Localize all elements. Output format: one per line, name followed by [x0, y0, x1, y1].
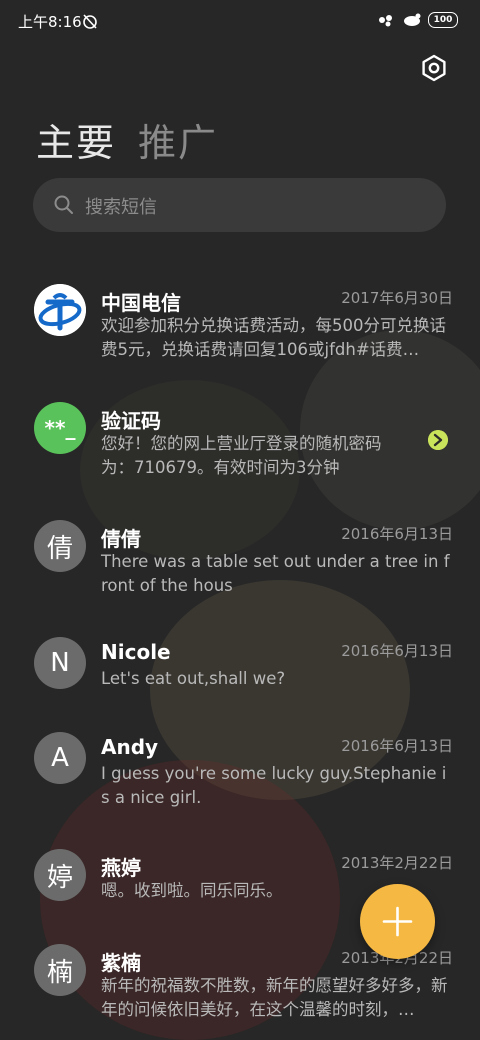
- message-date: 2016年6月13日: [341, 642, 453, 660]
- settings-hexagon-icon[interactable]: [418, 52, 450, 84]
- battery-indicator: 100: [428, 12, 458, 28]
- message-preview: 欢迎参加积分兑换话费活动，每500分可兑换话费5元，兑换话费请回复106或jfd…: [101, 316, 446, 359]
- message-preview: Let's eat out,shall we?: [101, 669, 286, 688]
- conversation-item-andy[interactable]: A Andy 2016年6月13日 I guess you're some lu…: [0, 732, 480, 812]
- avatar-text: 楠: [46, 957, 73, 988]
- message-date: 2017年6月30日: [341, 289, 453, 307]
- message-preview: 您好！您的网上营业厅登录的随机密码为：710679。有效时间为3分钟: [101, 434, 382, 477]
- message-preview: There was a table set out under a tree i…: [101, 552, 450, 595]
- contact-name: 紫楠: [101, 951, 141, 975]
- app-notification-icon-2: [404, 13, 421, 26]
- conversation-item-qianqian[interactable]: 倩 倩倩 2016年6月13日 There was a table set ou…: [0, 520, 480, 600]
- message-preview: I guess you're some lucky guy.Stephanie …: [101, 764, 447, 807]
- contact-name: 中国电信: [101, 291, 181, 315]
- conversation-item-china-telecom[interactable]: 中国电信 2017年6月30日 欢迎参加积分兑换话费活动，每500分可兑换话费5…: [0, 284, 480, 368]
- message-date: 2016年6月13日: [341, 737, 453, 755]
- plus-icon: [382, 906, 413, 937]
- avatar: 楠: [34, 944, 86, 996]
- avatar: 婷: [34, 849, 86, 901]
- contact-name: 倩倩: [101, 527, 141, 551]
- message-preview: 新年的祝福数不胜数，新年的愿望好多好多，新年的问候依旧美好，在这个温馨的时刻，…: [101, 976, 448, 1019]
- avatar-text: A: [51, 743, 69, 773]
- message-tabs: 主要 推广: [36, 112, 218, 167]
- conversation-item-nicole[interactable]: N Nicole 2016年6月13日 Let's eat out,shall …: [0, 637, 480, 697]
- avatar-text: 婷: [46, 862, 73, 893]
- chevron-right-icon[interactable]: [428, 430, 448, 450]
- app-notification-icon: [379, 15, 392, 27]
- verification-code-avatar: **_: [34, 402, 86, 454]
- contact-name: 验证码: [101, 409, 161, 433]
- china-telecom-logo-icon: [34, 284, 86, 336]
- avatar: A: [34, 732, 86, 784]
- new-message-button[interactable]: [360, 884, 435, 959]
- tab-promotions[interactable]: 推广: [138, 112, 218, 167]
- message-date: 2013年2月22日: [341, 854, 453, 872]
- contact-name: Andy: [101, 735, 159, 759]
- avatar-text: **_: [44, 416, 76, 440]
- status-time: 上午8:16: [18, 13, 82, 31]
- avatar-text: N: [50, 648, 70, 678]
- message-date: 2016年6月13日: [341, 525, 453, 543]
- alarm-off-icon: [83, 14, 97, 29]
- conversation-item-verification-code[interactable]: **_ 验证码 您好！您的网上营业厅登录的随机密码为：710679。有效时间为3…: [0, 402, 480, 482]
- contact-name: 燕婷: [101, 856, 141, 880]
- contact-name: Nicole: [101, 640, 171, 664]
- status-bar: 上午8:16 100: [0, 0, 480, 42]
- avatar: 倩: [34, 520, 86, 572]
- search-input[interactable]: 搜索短信: [33, 178, 446, 232]
- avatar-text: 倩: [46, 533, 73, 564]
- search-icon: [54, 195, 73, 214]
- search-placeholder: 搜索短信: [85, 197, 157, 218]
- avatar: N: [34, 637, 86, 689]
- tab-primary[interactable]: 主要: [36, 112, 116, 167]
